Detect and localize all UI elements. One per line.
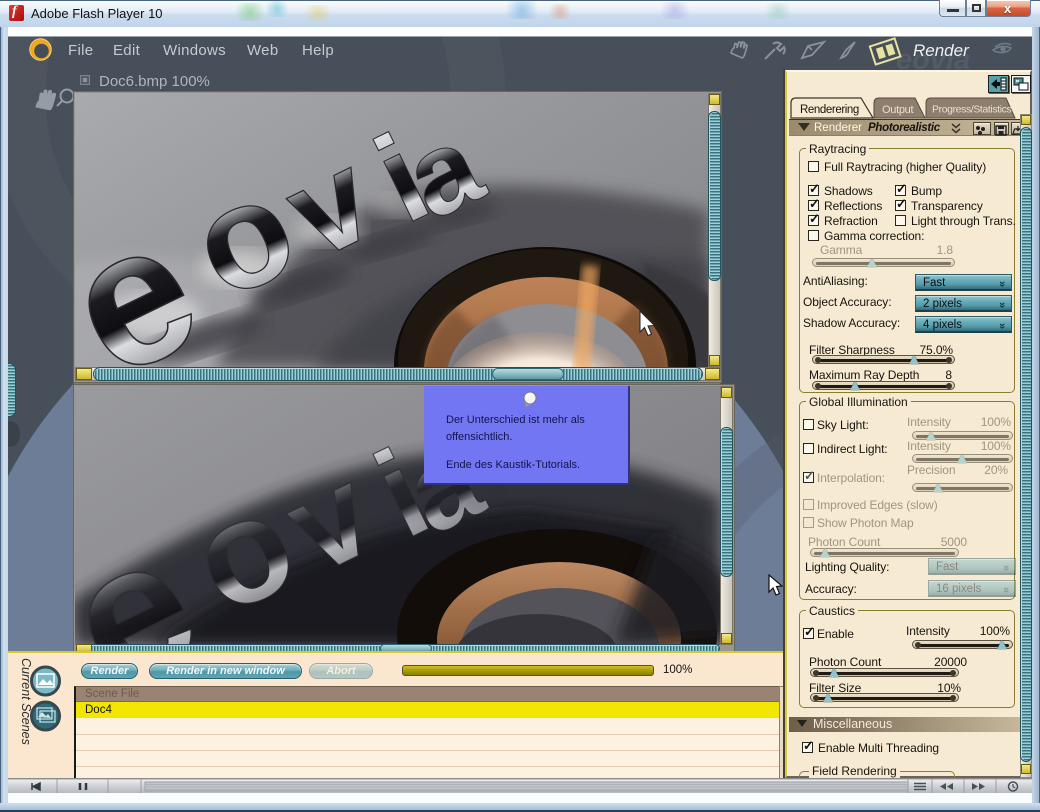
svg-text:Renderering: Renderering xyxy=(800,104,859,116)
svg-text:Output: Output xyxy=(882,104,913,116)
svg-text:Progress/Statistics: Progress/Statistics xyxy=(932,104,1011,116)
svg-text:Render: Render xyxy=(913,41,970,60)
